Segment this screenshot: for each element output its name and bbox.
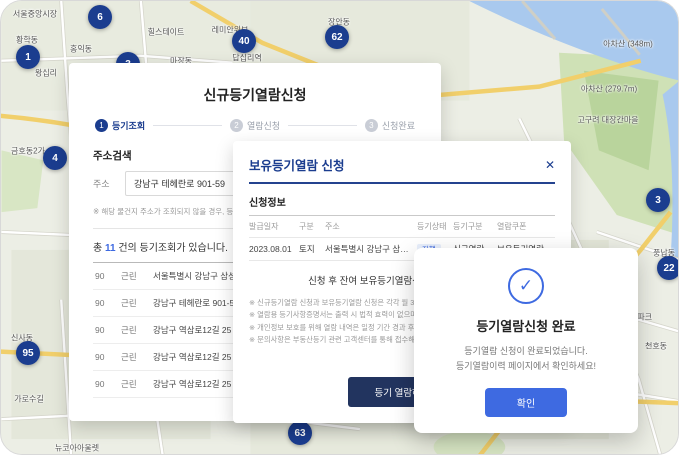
panel-title: 신규등기열람신청 <box>93 85 417 105</box>
modal-title: 보유등기열람 신청 <box>249 155 344 174</box>
check-icon: ✓ <box>508 268 544 304</box>
progress-steps: 1 등기조회 2 열람신청 3 신청완료 <box>95 119 415 132</box>
step-label: 열람신청 <box>247 119 280 132</box>
summary-prefix: 총 <box>93 243 105 254</box>
table-cell-type: 토지 <box>299 243 325 255</box>
map-cluster-marker[interactable]: 40 <box>232 29 256 53</box>
progress-step: 1 등기조회 <box>95 119 145 132</box>
map-cluster-marker[interactable]: 22 <box>657 256 679 280</box>
map-cluster-marker[interactable]: 4 <box>43 146 67 170</box>
table-cell-date: 2023.08.01 <box>249 244 299 254</box>
summary-suffix: 건의 등기조회가 있습니다. <box>116 243 228 254</box>
row-type: 근린 <box>121 378 153 390</box>
completion-message: 등기열람 신청이 완료되었습니다. 등기열람이력 페이지에서 확인하세요! <box>430 344 622 375</box>
row-type: 근린 <box>121 324 153 336</box>
table-header-cell: 열람쿠폰 <box>497 221 555 232</box>
confirm-button[interactable]: 확인 <box>485 388 567 417</box>
table-cell-address: 서울특별시 강남구 삼성동 141 <box>325 243 417 255</box>
map-cluster-marker[interactable]: 3 <box>646 188 670 212</box>
completion-dialog: ✓ 등기열람신청 완료 등기열람 신청이 완료되었습니다. 등기열람이력 페이지… <box>414 248 638 433</box>
table-header-cell: 주소 <box>325 221 417 232</box>
table-header-cell: 발급일자 <box>249 221 299 232</box>
completion-title: 등기열람신청 완료 <box>430 316 622 335</box>
progress-step: 3 신청완료 <box>365 119 415 132</box>
map-cluster-marker[interactable]: 62 <box>325 25 349 49</box>
table-header-cell: 구분 <box>299 221 325 232</box>
table-header-cell: 등기상태 <box>417 221 453 232</box>
result-count: 11 <box>105 243 116 254</box>
table-header-cell: 등기구분 <box>453 221 497 232</box>
row-number: 90 <box>95 298 121 308</box>
address-field-label: 주소 <box>93 177 117 190</box>
map-cluster-marker[interactable]: 95 <box>16 341 40 365</box>
step-connector <box>288 125 357 126</box>
row-type: 근린 <box>121 270 153 282</box>
close-icon[interactable]: ✕ <box>545 159 555 171</box>
app-window: 서울중앙시장황학동홍익동왕십리마장동힐스테이트레미안위브답십리역장안동아차산 (… <box>0 0 679 455</box>
step-connector <box>153 125 222 126</box>
map-cluster-marker[interactable]: 1 <box>16 45 40 69</box>
completion-line1: 등기열람 신청이 완료되었습니다. <box>430 344 622 359</box>
row-number: 90 <box>95 271 121 281</box>
progress-step: 2 열람신청 <box>230 119 280 132</box>
completion-line2: 등기열람이력 페이지에서 확인하세요! <box>430 359 622 374</box>
step-label: 신청완료 <box>382 119 415 132</box>
modal-header: 보유등기열람 신청 ✕ <box>249 155 555 184</box>
map-cluster-marker[interactable]: 6 <box>88 5 112 29</box>
step-number: 2 <box>230 119 243 132</box>
step-label: 등기조회 <box>112 119 145 132</box>
row-number: 90 <box>95 325 121 335</box>
request-info-heading: 신청정보 <box>249 194 555 209</box>
row-type: 근린 <box>121 351 153 363</box>
request-table-header: 발급일자구분주소등기상태등기구분열람쿠폰 <box>249 215 555 238</box>
row-type: 근린 <box>121 297 153 309</box>
step-number: 3 <box>365 119 378 132</box>
row-number: 90 <box>95 379 121 389</box>
step-number: 1 <box>95 119 108 132</box>
map-cluster-marker[interactable]: 63 <box>288 421 312 445</box>
row-number: 90 <box>95 352 121 362</box>
